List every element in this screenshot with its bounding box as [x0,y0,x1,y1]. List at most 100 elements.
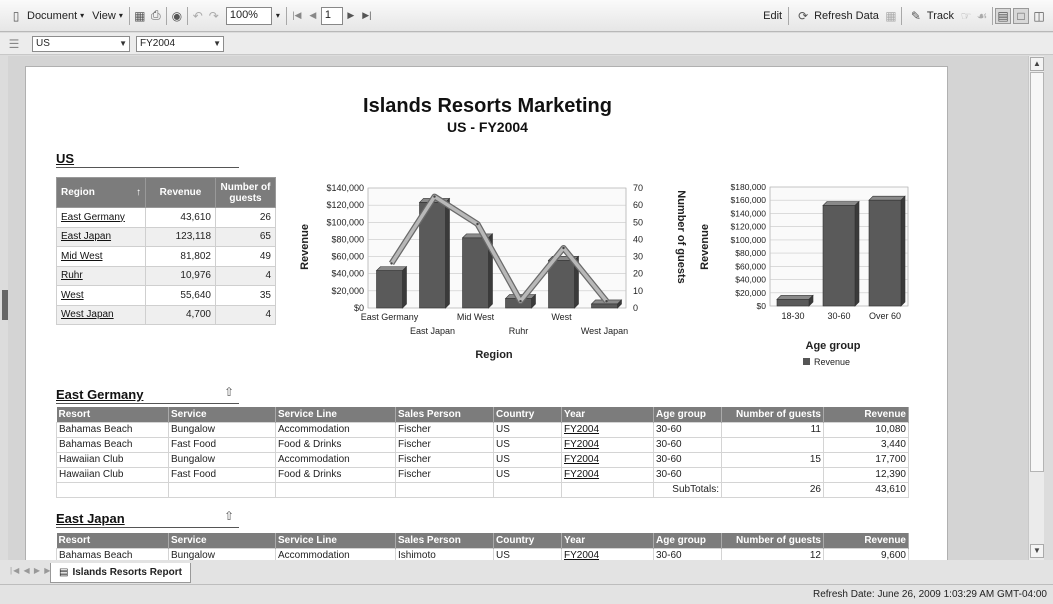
y-tick-label: $160,000 [731,195,767,205]
next-page-icon[interactable]: ▶ [343,8,359,24]
tab-nav-arrows[interactable]: |◀ ◀ ▶ ▶| [10,566,54,575]
region-link[interactable]: East Japan [56,226,146,247]
revenue-cell: 55,640 [145,285,216,306]
y-tick-label: $120,000 [326,200,364,210]
toolbar-divider [285,6,287,25]
y-tick-label: $180,000 [731,182,767,192]
first-page-icon[interactable]: |◀ [289,8,305,24]
vertical-scrollbar[interactable]: ▲ ▼ [1028,56,1044,560]
chart2-ylabel: Revenue [699,224,711,270]
year-link[interactable]: FY2004 [561,466,654,483]
last-page-icon[interactable]: ▶| [359,8,375,24]
scrollbar-thumb[interactable] [1030,72,1044,472]
table-cell: Fischer [395,451,494,468]
table-row: Ruhr 10,976 4 [56,265,276,286]
fold-icon[interactable]: ◫ [1031,8,1047,24]
table-cell [561,481,654,498]
table-row: Mid West 81,802 49 [56,246,276,267]
save-icon[interactable]: ▦ [132,8,148,24]
guests-cell: 49 [215,246,276,267]
year-link[interactable]: FY2004 [561,436,654,453]
table-cell: 30-60 [653,466,722,483]
go-to-top-icon[interactable]: ⇧ [224,509,234,523]
sort-icon[interactable]: ↑ [136,187,141,198]
revenue-cell: 123,118 [145,226,216,247]
country-filter-value: US [36,38,50,49]
table-cell: Fast Food [168,436,276,453]
track-button[interactable]: ✎ Track [904,5,958,27]
chart-y2label: Number of guests [675,190,686,284]
table-cell: 17,700 [823,451,909,468]
previous-page-icon[interactable]: ◀ [305,8,321,24]
year-link[interactable]: FY2004 [561,547,654,560]
summary-table: Region ↑ Revenue Number of guests East G… [56,177,276,325]
column-header: Revenue [823,407,909,422]
undo-icon[interactable]: ↶ [190,8,206,24]
redo-icon[interactable]: ↷ [206,8,222,24]
page-number-input[interactable]: 1 [320,6,343,25]
document-menu[interactable]: ▯ Document ▾ [4,5,88,27]
x-tick-label: East Japan [410,326,455,336]
outline-icon[interactable]: ▤ [995,8,1011,24]
region-link[interactable]: West Japan [56,304,146,325]
y-tick-label: $80,000 [735,248,766,258]
zoom-dropdown-icon[interactable]: ▾ [276,11,280,20]
y-tick-label: $40,000 [735,275,766,285]
y2-tick-label: 20 [633,269,643,279]
column-header: Country [493,407,562,422]
region-link[interactable]: Ruhr [56,265,146,286]
year-link[interactable]: FY2004 [561,451,654,468]
page-mode-icon[interactable]: □ [1013,8,1029,24]
guests-cell: 35 [215,285,276,306]
year-filter-select[interactable]: FY2004 ▼ [136,35,224,52]
table-cell [493,481,562,498]
year-link[interactable]: FY2004 [561,421,654,438]
view-menu[interactable]: View ▾ [88,5,127,27]
filter-bar-icon[interactable]: ☙ [974,8,990,24]
report-tab[interactable]: ▤ Islands Resorts Report [50,563,191,583]
east-japan-detail-table: Resort Service Service Line Sales Person Cou… [56,533,909,560]
drill-icon[interactable]: ☞ [958,8,974,24]
guests-cell: 4 [215,265,276,286]
column-header: Age group [653,407,722,422]
table-cell: US [493,421,562,438]
input-controls-icon[interactable]: ☰ [6,36,22,52]
table-cell: 30-60 [653,436,722,453]
x-tick-label: Over 60 [869,311,901,321]
table-row: East Japan 123,118 65 [56,226,276,247]
y-tick-label: $20,000 [735,288,766,298]
report-viewer: Islands Resorts Marketing US - FY2004 US… [8,56,1028,560]
toolbar-right: Edit ⟳ Refresh Data ▦ ✎ Track ☞ ☙ ▤ □ ◫ [759,5,1047,27]
find-icon[interactable]: ◉ [169,8,185,24]
print-icon[interactable]: ⎙ [148,8,164,24]
track-label: Track [926,10,954,22]
legend-swatch [803,358,810,365]
table-cell: 12 [721,547,824,560]
summary-header-region[interactable]: Region ↑ [56,177,146,208]
table-row: West Japan 4,700 4 [56,304,276,325]
subtotal-revenue: 43,610 [823,481,909,498]
y2-tick-label: 60 [633,200,643,210]
chevron-down-icon: ▾ [118,11,123,20]
guests-point [605,299,608,303]
country-filter-select[interactable]: US ▼ [32,35,130,52]
table-cell: 9,600 [823,547,909,560]
scroll-down-icon[interactable]: ▼ [1030,544,1044,558]
table-cell [395,481,494,498]
region-link[interactable]: Mid West [56,246,146,267]
table-cell: Hawaiian Club [56,451,169,468]
y2-tick-label: 10 [633,286,643,296]
region-link[interactable]: East Germany [56,207,146,228]
zoom-input[interactable]: 100% [225,6,272,25]
view-menu-label: View [92,9,116,22]
scroll-up-icon[interactable]: ▲ [1030,57,1044,71]
edit-button[interactable]: Edit [759,5,786,27]
region-link[interactable]: West [56,285,146,306]
go-to-top-icon[interactable]: ⇧ [224,385,234,399]
refresh-options-icon[interactable]: ▦ [883,8,899,24]
refresh-data-button[interactable]: ⟳ Refresh Data [791,5,883,27]
x-tick-label: West [551,312,572,322]
x-tick-label: Mid West [457,312,495,322]
guests-point [519,299,522,303]
table-row: Hawaiian Club Fast Food Food & Drinks Fisch… [56,466,909,483]
